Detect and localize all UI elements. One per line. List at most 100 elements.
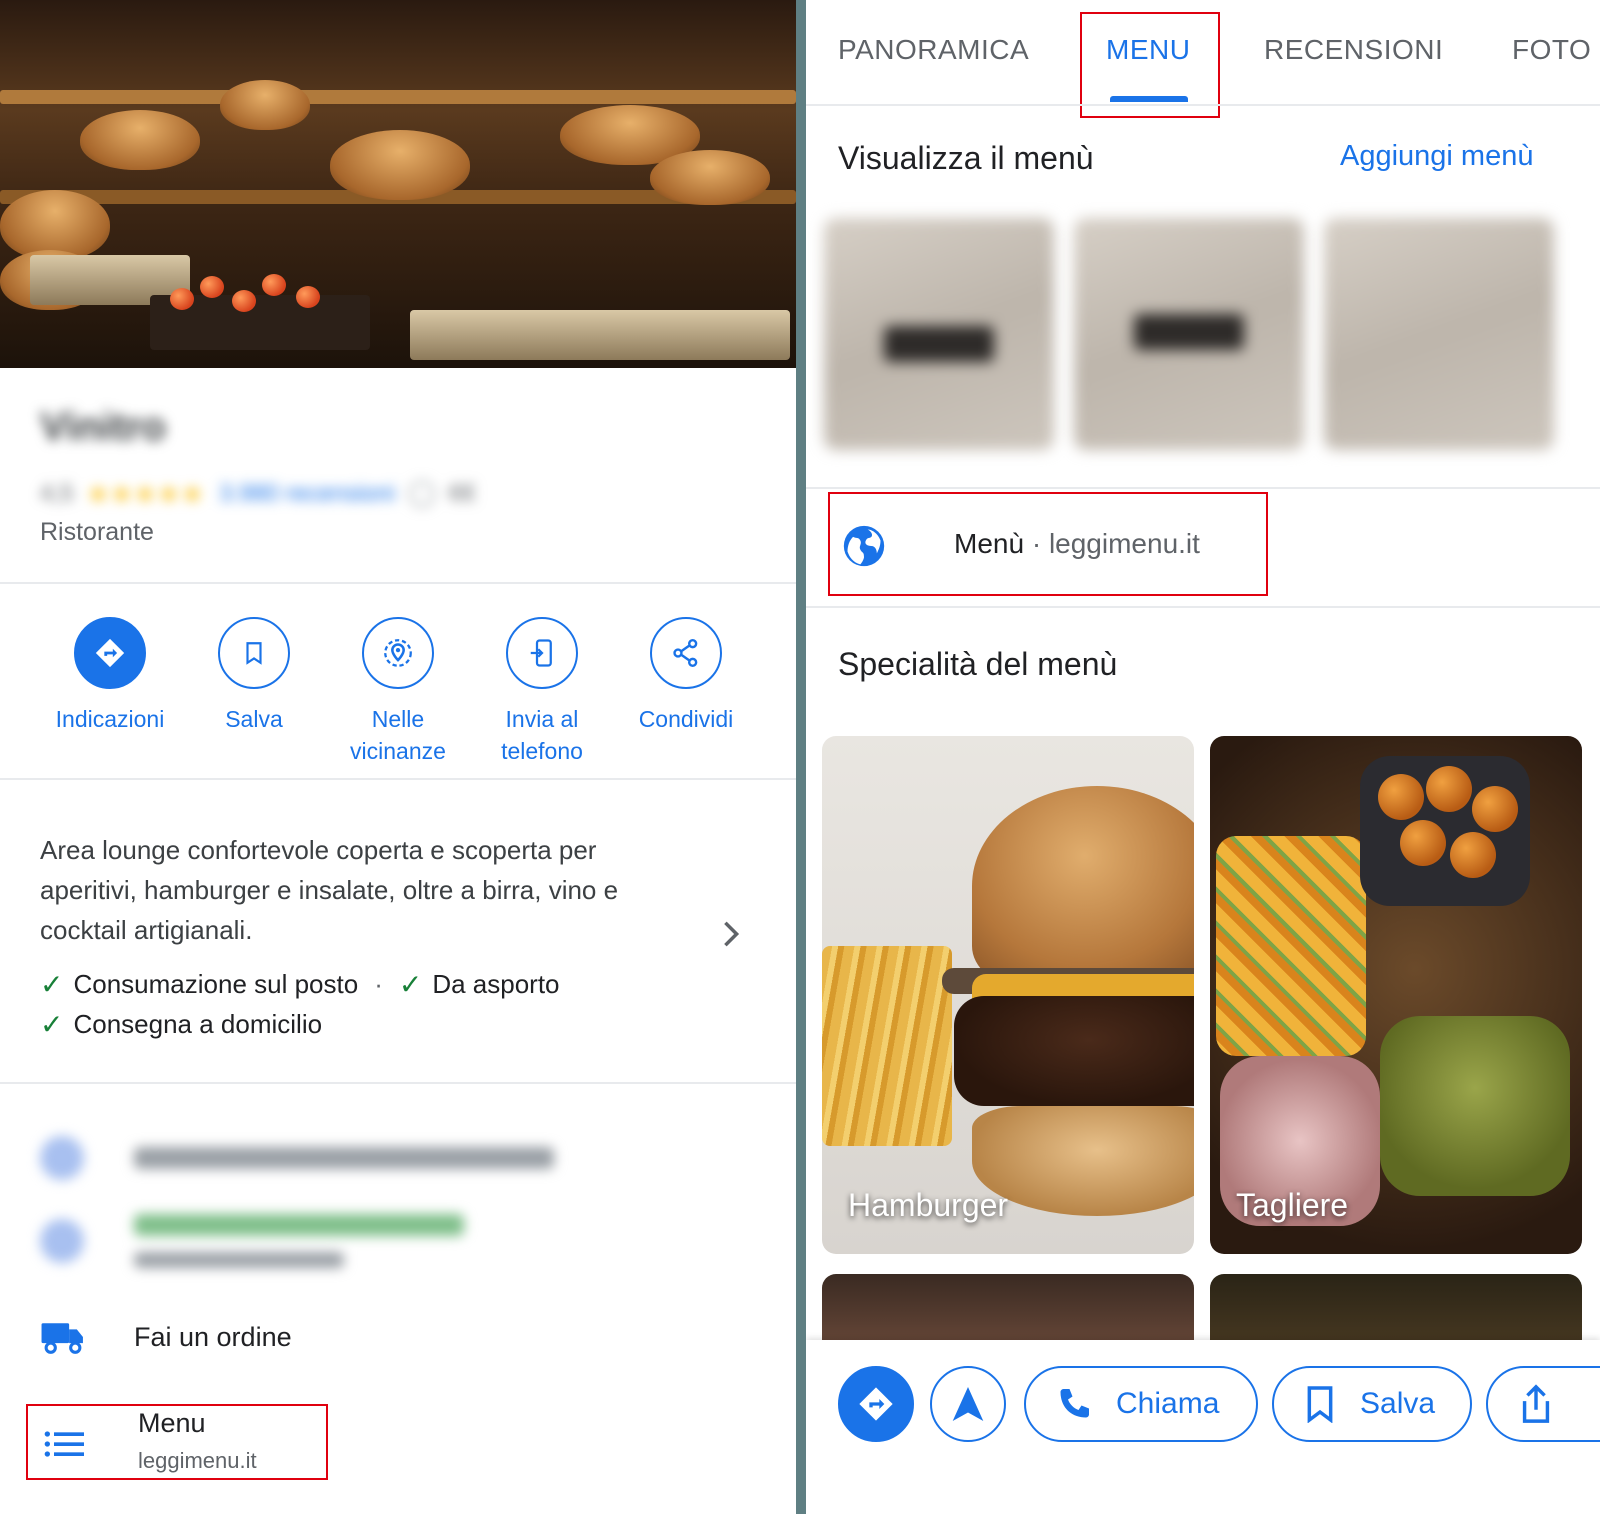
call-button[interactable]: Chiama [1024,1366,1258,1442]
menu-website-text: Menù · leggimenu.it [954,528,1200,560]
action-buttons: Indicazioni Salva Nelle vicinanze Invia a… [38,617,758,767]
specialty-card-tagliere[interactable]: Tagliere [1210,736,1582,1254]
service-row-2: ✓ Consegna a domicilio [40,1008,322,1041]
hero-shelf [0,90,796,104]
separator: · [374,969,383,999]
delivery-truck-icon [41,1323,83,1354]
menu-list-icon [44,1431,84,1457]
panel-divider [796,0,806,1514]
send-to-phone-icon [506,617,578,689]
reviews-link[interactable]: 3.980 recensioni [219,480,395,508]
order-label: Fai un ordine [134,1321,292,1352]
address-row[interactable] [40,1136,554,1180]
check-icon: ✓ [398,969,423,1000]
save-label: Salva [225,706,283,732]
nearby-button[interactable]: Nelle vicinanze [326,617,470,767]
menu-website-row[interactable]: Menù · leggimenu.it [828,492,1268,596]
send-label-line2: telefono [501,738,583,764]
highlight-box [1080,12,1220,118]
divider [0,1082,796,1084]
phone-icon [1060,1389,1089,1418]
divider [806,606,1600,608]
menu-link-title: Menu [138,1408,206,1438]
menu-photo-thumbnail[interactable] [1074,218,1304,450]
rating-value: 4,5 [40,480,74,507]
place-description[interactable]: Area lounge confortevole coperta e scope… [40,830,680,950]
hours-text [134,1214,464,1268]
save-label: Salva [1360,1387,1436,1420]
service-dine-in: Consumazione sul posto [73,969,359,999]
service-takeaway: Da asporto [432,969,560,999]
share-pill-button[interactable] [1486,1366,1600,1442]
bookmark-icon [218,617,290,689]
hero-tomato [296,286,320,308]
service-row-1: ✓ Consumazione sul posto · ✓ Da asporto [40,968,560,1001]
hero-photo[interactable] [0,0,796,368]
save-pill-button[interactable]: Salva [1272,1366,1472,1442]
rating-stars: ★★★★★ [87,480,205,508]
globe-icon [843,525,885,567]
hero-tomato [232,290,256,312]
directions-button[interactable] [838,1366,914,1442]
view-menu-title: Visualizza il menù [838,140,1094,176]
specialty-card-hamburger[interactable]: Hamburger [822,736,1194,1254]
place-category[interactable]: Ristorante [40,518,154,547]
share-label: Condividi [638,706,734,732]
hours-row[interactable] [40,1214,464,1268]
directions-icon [859,1387,893,1421]
divider [806,104,1600,106]
hero-tomato [262,274,286,296]
nearby-icon [362,617,434,689]
place-name: Vinitro [40,405,166,449]
start-navigation-button[interactable] [930,1366,1006,1442]
order-row[interactable]: Fai un ordine [40,1320,292,1354]
directions-label: Indicazioni [55,706,165,732]
tab-photos[interactable]: FOTO [1512,34,1591,66]
add-menu-link[interactable]: Aggiungi menù [1340,140,1533,173]
send-to-phone-button[interactable]: Invia al telefono [470,617,614,767]
check-icon: ✓ [40,969,64,1000]
place-panel-left: Vinitro 4,5 ★★★★★ 3.980 recensioni €€ Ri… [0,0,796,1514]
chevron-right-icon[interactable] [722,920,740,953]
send-label-line1: Invia al [505,706,579,732]
specialties-title: Specialità del menù [838,646,1118,682]
divider [806,487,1600,489]
location-pin-icon [40,1136,84,1180]
share-icon [650,617,722,689]
divider [0,582,796,584]
menu-website-site: leggimenu.it [1048,528,1200,559]
service-delivery: Consegna a domicilio [73,1009,323,1039]
info-icon[interactable] [409,481,436,507]
save-button[interactable]: Salva [182,617,326,767]
bookmark-icon [1307,1386,1333,1423]
hero-bowl [330,130,470,200]
hero-bowl [650,150,770,205]
menu-photo-thumbnail[interactable] [824,218,1054,450]
hero-tomato [170,288,194,310]
menu-photo-thumbnail[interactable] [1324,218,1554,450]
directions-icon [74,617,146,689]
bottom-action-bar: Chiama Salva [806,1340,1600,1514]
nearby-label: Nelle vicinanze [350,703,446,767]
tab-overview[interactable]: PANORAMICA [838,34,1029,66]
share-button[interactable]: Condividi [614,617,758,767]
separator: · [1024,528,1049,559]
price-level: €€ [449,480,476,507]
directions-button[interactable]: Indicazioni [38,617,182,767]
menu-link-row[interactable]: Menu leggimenu.it [26,1404,328,1480]
call-label: Chiama [1116,1387,1220,1420]
place-panel-right: PANORAMICA MENU RECENSIONI FOTO Visualiz… [806,0,1600,1514]
tab-reviews[interactable]: RECENSIONI [1264,34,1443,66]
hero-tray [410,310,790,360]
nearby-label-line1: Nelle [371,706,425,732]
navigation-arrow-icon [952,1387,984,1421]
nearby-label-line2: vicinanze [350,738,446,764]
hero-tomato [200,276,224,298]
tab-bar: PANORAMICA MENU RECENSIONI FOTO [806,0,1600,118]
hero-bowl [80,110,200,170]
clock-icon [40,1219,84,1263]
hero-bowl [220,80,310,130]
address-text [134,1147,554,1169]
send-to-phone-label: Invia al telefono [501,703,583,767]
specialty-caption: Hamburger [848,1187,1009,1223]
